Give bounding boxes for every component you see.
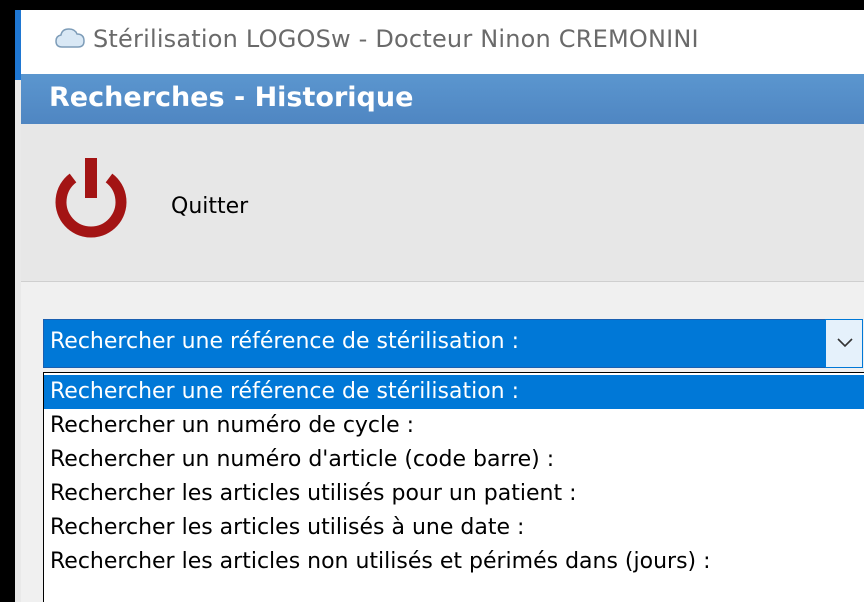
dropdown-option[interactable]: Rechercher les articles non utilisés et … (44, 545, 864, 579)
title-bar[interactable]: Stérilisation LOGOSw - Docteur Ninon CRE… (21, 10, 864, 74)
toolbar: Quitter (21, 124, 864, 282)
dropdown-option[interactable]: Rechercher les articles utilisés à une d… (44, 511, 864, 545)
search-panel: Rechercher une référence de stérilisatio… (21, 282, 864, 602)
search-type-select[interactable]: Rechercher une référence de stérilisatio… (43, 319, 863, 368)
dropdown-option[interactable]: Rechercher les articles utilisés pour un… (44, 477, 864, 511)
dropdown-toggle[interactable] (825, 319, 863, 368)
panel-title: Recherches - Historique (49, 82, 414, 113)
chevron-down-icon (837, 338, 853, 348)
search-type-dropdown: Rechercher une référence de stérilisatio… (43, 372, 864, 602)
dropdown-option[interactable]: Rechercher un numéro de cycle : (44, 409, 864, 443)
cloud-icon (55, 28, 85, 48)
app-window: Stérilisation LOGOSw - Docteur Ninon CRE… (15, 10, 864, 602)
selected-search-type: Rechercher une référence de stérilisatio… (50, 329, 520, 354)
quit-button[interactable]: Quitter (51, 154, 271, 244)
power-icon (55, 158, 127, 238)
panel-header: Recherches - Historique (21, 74, 864, 124)
dropdown-option[interactable]: Rechercher une référence de stérilisatio… (44, 375, 864, 409)
window-title: Stérilisation LOGOSw - Docteur Ninon CRE… (93, 25, 699, 53)
quit-label: Quitter (171, 194, 249, 219)
dropdown-option[interactable]: Rechercher un numéro d'article (code bar… (44, 443, 864, 477)
